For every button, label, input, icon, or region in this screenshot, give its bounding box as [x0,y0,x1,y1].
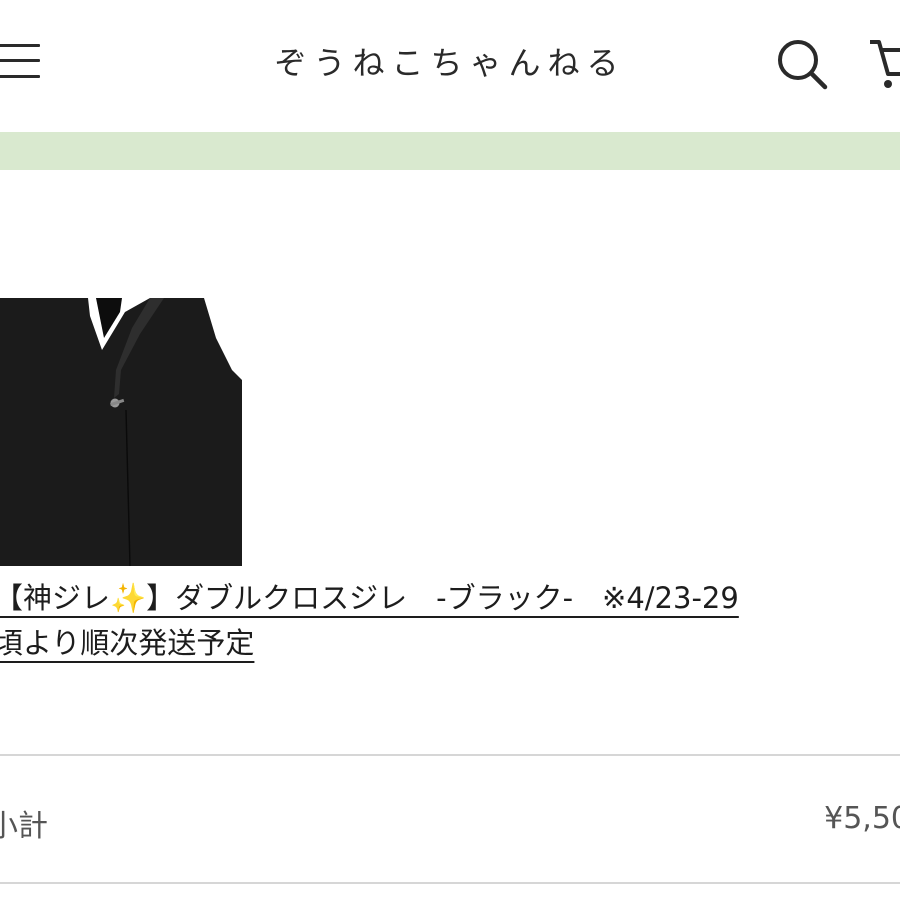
subtotal-label: 小計 [0,809,48,844]
promo-banner [0,132,900,170]
shop-title[interactable]: ぞうねこちゃんねる [0,38,900,84]
subtotal-value: ¥5,50 [824,801,900,836]
search-icon[interactable] [774,36,832,94]
product-name-line-1[interactable]: 【神ジレ✨】ダブルクロスジレ -ブラック- ※4/23-29 [0,576,739,621]
divider-bottom [0,882,900,884]
divider-top [0,754,900,756]
product-name-link[interactable]: 【神ジレ✨】ダブルクロスジレ -ブラック- ※4/23-29 頃より順次発送予定 [0,576,900,666]
cart-icon[interactable] [866,34,900,94]
product-image[interactable] [0,298,246,567]
product-name-line-2[interactable]: 頃より順次発送予定 [0,621,254,666]
app-header: ぞうねこちゃんねる [0,0,900,132]
